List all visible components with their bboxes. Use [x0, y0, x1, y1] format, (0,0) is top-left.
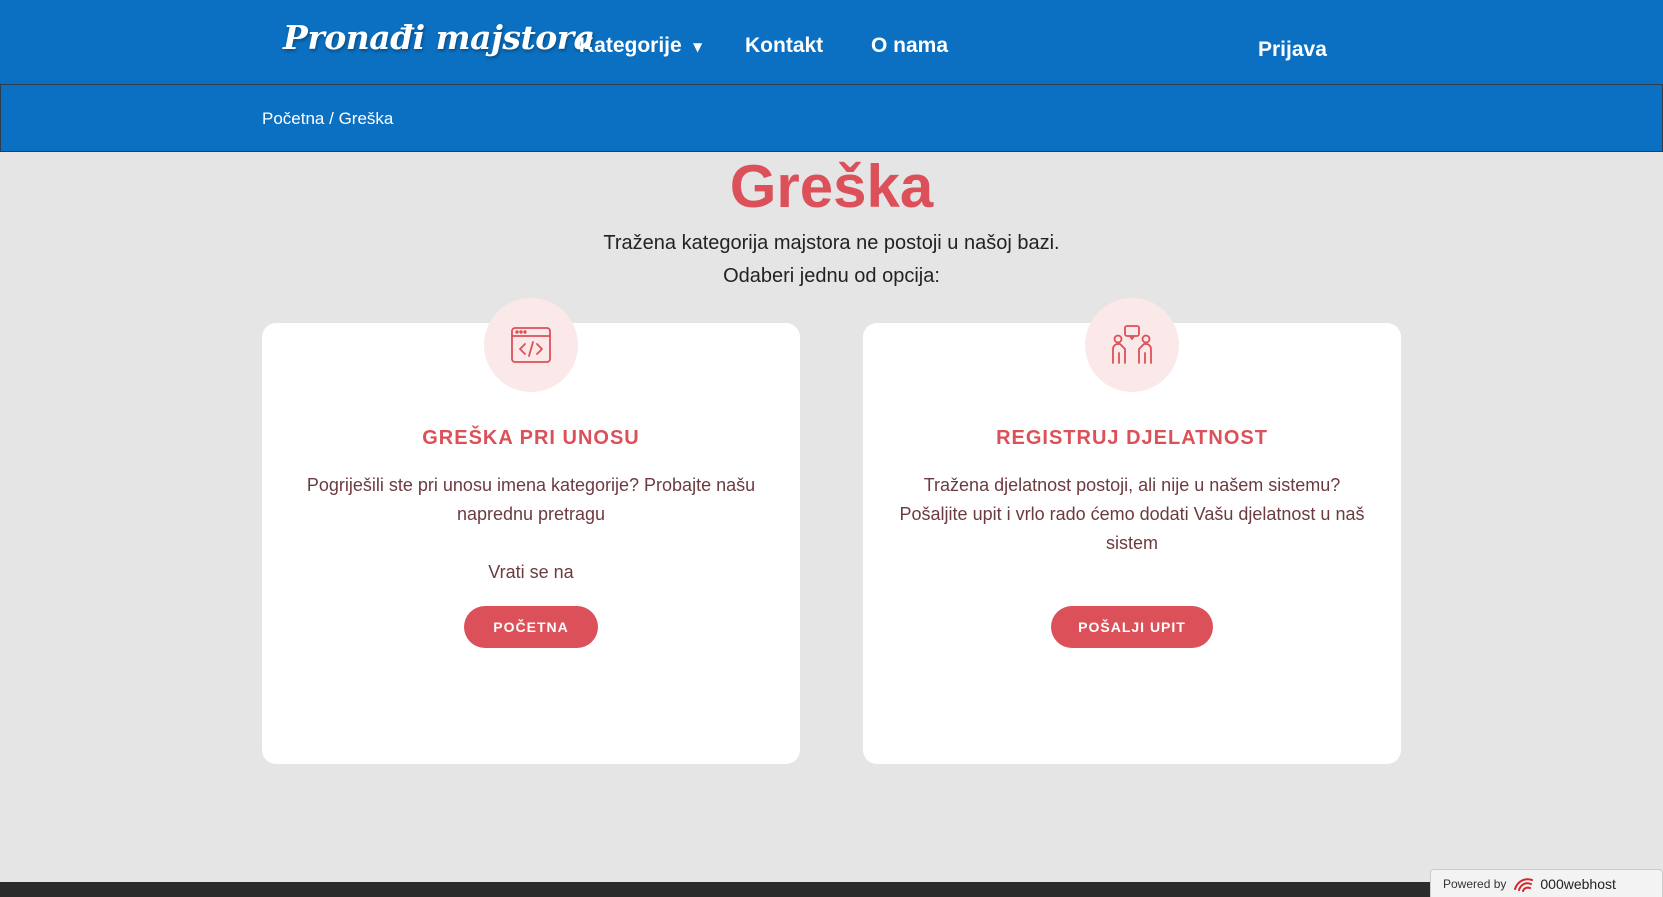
footer-bar	[0, 882, 1663, 897]
breadcrumb-home[interactable]: Početna	[262, 109, 324, 128]
nav-kategorije[interactable]: Kategorije	[579, 34, 682, 58]
card-title: REGISTRUJ DJELATNOST	[996, 427, 1268, 449]
choose-option-text: Odaberi jednu od opcija:	[723, 265, 940, 287]
card-icon-circle	[484, 298, 578, 392]
breadcrumb-bar: Početna / Greška	[0, 84, 1663, 152]
nav-kontakt[interactable]: Kontakt	[745, 34, 823, 58]
webhost-brand: 000webhost	[1540, 875, 1616, 892]
site-logo[interactable]: Pronađi majstora	[283, 18, 595, 57]
card-text: Tražena djelatnost postoji, ali nije u n…	[899, 475, 1365, 553]
home-button[interactable]: POČETNA	[464, 606, 598, 648]
nav-prijava[interactable]: Prijava	[1258, 38, 1327, 62]
people-chat-icon	[1112, 325, 1152, 364]
powered-by-label: Powered by	[1443, 876, 1507, 891]
card-icon-circle	[1085, 298, 1179, 392]
powered-by-badge[interactable]: Powered by 000webhost	[1430, 869, 1663, 897]
card-text-return: Vrati se na	[488, 562, 574, 582]
card-input-error: GREŠKA PRI UNOSU Pogriješili ste pri uno…	[262, 298, 800, 764]
card-register-business: REGISTRUJ DJELATNOST Tražena djelatnost …	[863, 298, 1401, 764]
breadcrumb-separator: /	[324, 109, 339, 128]
code-window-icon	[511, 327, 551, 363]
top-navbar: Pronađi majstora Kategorije ▼ Kontakt O …	[0, 0, 1663, 84]
card-text: Pogriješili ste pri unosu imena kategori…	[306, 475, 756, 524]
webhost-logo-icon	[1514, 877, 1534, 892]
error-message: Tražena kategorija majstora ne postoji u…	[603, 232, 1060, 254]
breadcrumb: Početna / Greška	[262, 109, 393, 129]
caret-down-icon[interactable]: ▼	[693, 40, 702, 54]
breadcrumb-current: Greška	[338, 109, 394, 128]
nav-o-nama[interactable]: O nama	[871, 34, 948, 58]
send-inquiry-button[interactable]: POŠALJI UPIT	[1051, 606, 1213, 648]
page-title: Greška	[729, 153, 934, 220]
card-title: GREŠKA PRI UNOSU	[422, 427, 640, 449]
